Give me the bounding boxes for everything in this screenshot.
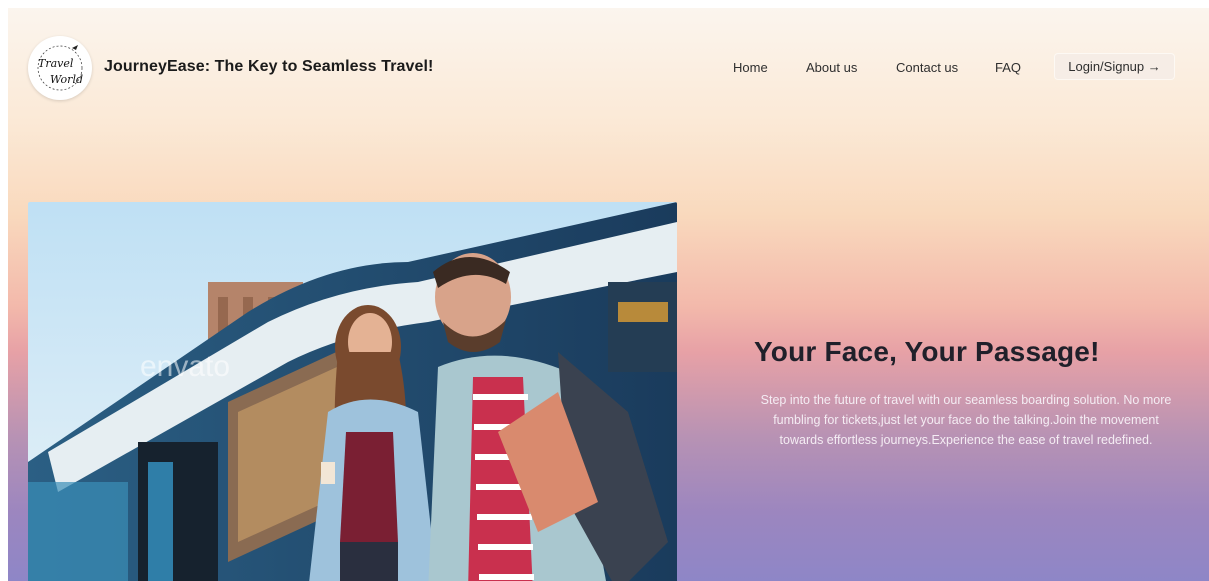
logo-text-world: World [50,73,83,86]
page-background: Travel World JourneyEase: The Key to Sea… [8,8,1209,581]
travel-world-logo[interactable]: Travel World [28,36,92,100]
hero-description: Step into the future of travel with our … [760,393,1172,447]
nav-about-link[interactable]: About us [806,60,857,75]
nav-home-link[interactable]: Home [733,60,768,75]
logo-text-travel: Travel [38,57,74,70]
nav-contact-link[interactable]: Contact us [896,60,958,75]
nav-faq-link[interactable]: FAQ [995,60,1021,75]
hero-image-couple-bus: envato [28,202,677,581]
login-signup-button[interactable]: Login/Signup → [1055,54,1174,79]
hero-headline: Your Face, Your Passage! [754,336,1100,367]
envato-watermark: envato [140,350,231,383]
site-title: JourneyEase: The Key to Seamless Travel! [104,58,434,75]
